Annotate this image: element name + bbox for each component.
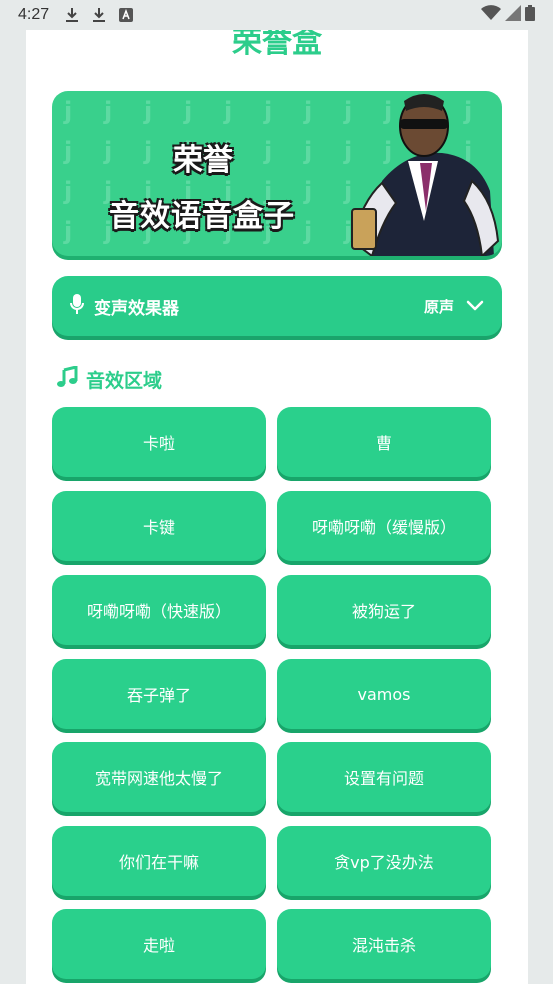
banner-subtitle: 音效语音盒子	[109, 199, 295, 234]
font-icon	[117, 6, 135, 24]
main-card: 荣誉盒 j 荣誉 音效语音盒子 变	[26, 30, 528, 984]
sfx-button[interactable]: 卡啦	[52, 407, 266, 477]
status-bar: 4:27	[0, 0, 553, 30]
sfx-button[interactable]: 卡键	[52, 491, 266, 561]
wifi-icon	[481, 5, 501, 25]
sfx-button[interactable]: 宽带网速他太慢了	[52, 742, 266, 812]
sfx-button[interactable]: 走啦	[52, 909, 266, 979]
sfx-button[interactable]: 你们在干嘛	[52, 826, 266, 896]
sfx-section-header: 音效区域	[56, 364, 162, 394]
sfx-button[interactable]: 被狗运了	[277, 575, 491, 645]
character-illustration	[350, 94, 500, 256]
voice-changer-value: 原声	[423, 297, 454, 316]
microphone-icon	[70, 294, 84, 318]
sfx-button[interactable]: vamos	[277, 659, 491, 729]
banner: j 荣誉 音效语音盒子	[52, 91, 502, 256]
sfx-button[interactable]: 吞子弹了	[52, 659, 266, 729]
sfx-button[interactable]: 呀嘞呀嘞（缓慢版）	[277, 491, 491, 561]
status-time: 4:27	[18, 6, 50, 23]
voice-changer-label: 变声效果器	[94, 298, 179, 319]
battery-icon	[525, 5, 535, 25]
signal-icon	[505, 5, 521, 25]
sfx-button[interactable]: 贪vp了没办法	[277, 826, 491, 896]
voice-changer-selector[interactable]: 变声效果器 原声	[52, 276, 502, 336]
chevron-down-icon	[466, 297, 484, 316]
download-icon	[90, 6, 108, 24]
banner-title: 荣誉	[173, 143, 233, 178]
sfx-button[interactable]: 混沌击杀	[277, 909, 491, 979]
sfx-button[interactable]: 曹	[277, 407, 491, 477]
download-icon	[63, 6, 81, 24]
music-note-icon	[56, 365, 78, 392]
sfx-section-title: 音效区域	[86, 369, 163, 392]
app-title: 荣誉盒	[232, 30, 322, 60]
sfx-button[interactable]: 设置有问题	[277, 742, 491, 812]
sfx-button[interactable]: 呀嘞呀嘞（快速版）	[52, 575, 266, 645]
status-right	[481, 5, 535, 25]
